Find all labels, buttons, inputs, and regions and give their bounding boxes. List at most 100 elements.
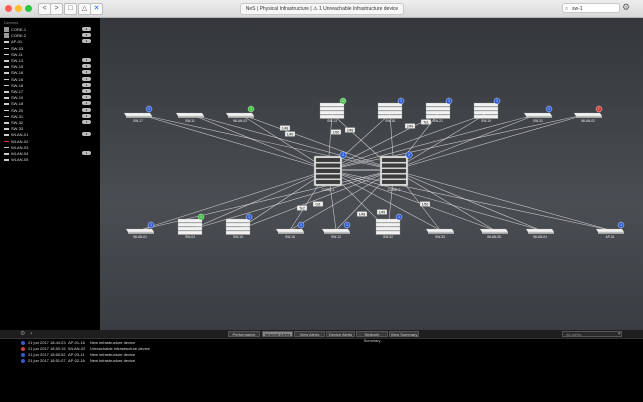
device-node[interactable]: SW-33 — [425, 228, 455, 239]
device-node[interactable]: SW-12 1 — [321, 221, 351, 239]
device-node[interactable]: SW-15 1 — [225, 213, 253, 239]
tab-performance[interactable]: Performance — [228, 331, 260, 337]
tab-view-alerts[interactable]: View Alerts — [294, 331, 325, 337]
device-chassis-front — [598, 232, 624, 234]
sidebar-item[interactable]: CORE-2 2 — [3, 33, 97, 39]
sidebar-item[interactable]: SW-11 — [3, 52, 97, 57]
status-badge-count: 1 — [200, 215, 202, 219]
sidebar-item[interactable]: WLAN-03 — [3, 145, 97, 150]
device-node[interactable]: SW-31 1 — [523, 105, 553, 123]
status-badge-count: 1 — [150, 223, 152, 227]
zoom-window-button[interactable] — [25, 5, 32, 12]
device-node[interactable]: SW-18 1 — [377, 97, 405, 123]
sidebar-item[interactable]: SW-20 2 — [3, 107, 97, 113]
alerts-filter-input[interactable]: All alerts — [562, 331, 622, 337]
device-chassis — [177, 226, 203, 231]
switch-icon — [4, 41, 9, 43]
sidebar-item-count-badge: 1 — [82, 120, 91, 124]
sidebar-item[interactable]: AP-01 2 — [3, 39, 97, 44]
core-switch-node[interactable]: CORE-1 2 — [313, 151, 347, 192]
sidebar-item-label: SW-16 — [11, 76, 24, 82]
device-node[interactable]: SW-21 1 — [425, 97, 453, 123]
device-node[interactable]: WLAN-04 — [525, 228, 555, 239]
device-label: SW-18 — [385, 119, 395, 123]
sidebar-item[interactable]: SW-16 1 — [3, 76, 97, 82]
sidebar-item[interactable]: SW-31 2 — [3, 113, 97, 119]
switch-icon — [4, 60, 9, 62]
alerts-tab-bar: ⚙ ◐ Performance Network Alerts View Alerts… — [0, 330, 643, 343]
forward-button[interactable]: > — [50, 3, 63, 15]
device-node[interactable]: SW-16 1 — [275, 221, 305, 239]
tab-network-alerts[interactable]: Network Alerts — [262, 331, 293, 337]
sidebar-item[interactable]: SW-32 1 — [3, 120, 97, 125]
device-node[interactable]: SW-13 12 — [319, 97, 347, 123]
device-chassis — [225, 226, 251, 231]
status-badge-count: 1 — [248, 215, 250, 219]
sidebar-toggle-button[interactable]: □ — [64, 3, 77, 15]
sidebar-item[interactable]: SW-19 1 — [3, 95, 97, 100]
network-link — [137, 113, 395, 171]
sidebar-item-label: SW-13 — [11, 58, 24, 63]
core-switch-node[interactable]: CORE-2 2 — [379, 151, 413, 192]
sidebar-item[interactable]: SW-18 1 — [3, 101, 97, 106]
line-card — [315, 168, 341, 174]
close-window-button[interactable] — [5, 5, 12, 12]
device-chassis — [425, 106, 451, 111]
search-input[interactable]: ⌕ sw-1 — [562, 3, 620, 13]
gear-icon[interactable]: ⚙ — [622, 1, 630, 13]
device-chassis — [377, 114, 403, 119]
status-badge-count: 1 — [148, 107, 150, 111]
tab-device-alerts[interactable]: Device Alerts — [326, 331, 355, 337]
sidebar-item-label: AP-01 — [11, 39, 23, 45]
tab-network-summary[interactable]: Network Summary — [356, 331, 388, 343]
port-label-text: 1/50 — [333, 130, 340, 134]
line-card — [381, 179, 407, 185]
sidebar-item[interactable]: SW-17 1 — [3, 89, 97, 94]
sidebar-item[interactable]: SW-16 2 — [3, 70, 97, 75]
sidebar-item[interactable]: SW-18 1 — [3, 82, 97, 88]
tab-view-summary[interactable]: View Summary — [389, 331, 419, 337]
sidebar-item[interactable]: SW-13 1 — [3, 58, 97, 63]
device-node[interactable]: WLAN-01 1 — [125, 221, 155, 239]
device-node[interactable]: WLAN-02! — [573, 105, 603, 123]
line-card — [381, 163, 407, 168]
device-label: WLAN-03 — [233, 119, 247, 123]
line-card — [315, 163, 341, 168]
device-label: SW-33 — [435, 235, 445, 239]
sidebar-item[interactable]: SW-15 2 — [3, 64, 97, 69]
device-chassis — [177, 230, 203, 235]
sidebar-item[interactable]: WLAN-05 — [3, 157, 97, 162]
device-label: SW-11 — [185, 119, 195, 123]
status-badge-count: 1 — [620, 223, 622, 227]
line-card — [381, 157, 407, 163]
topology-canvas[interactable]: 1/48 1/49 1/50 2/48 2/49 Te1 Te2 Gi1 1/48 1/49 1/5… — [100, 18, 643, 330]
tools-button[interactable]: ✕ — [90, 3, 103, 15]
switch-icon — [4, 91, 9, 93]
filter-dropdown-icon[interactable]: ▾ — [618, 330, 621, 338]
sidebar-item[interactable]: SW-03 — [3, 46, 97, 51]
minimize-window-button[interactable] — [15, 5, 22, 12]
settings-gear-icon[interactable]: ⚙ — [20, 330, 25, 338]
port-label: 2/49 — [404, 123, 416, 129]
device-node[interactable]: SW-17 1 — [123, 105, 153, 123]
device-chassis — [319, 102, 345, 107]
device-chassis-front — [178, 116, 204, 118]
alert-status-icon — [21, 359, 25, 363]
sidebar-item[interactable]: WLAN-02 — [3, 139, 97, 144]
device-chassis — [175, 112, 205, 117]
sidebar-item[interactable]: CORE-1 2 — [3, 27, 97, 32]
pause-icon[interactable]: ◐ — [30, 330, 34, 338]
alerts-filter-placeholder: All alerts — [566, 332, 582, 337]
line-card — [315, 174, 341, 179]
sidebar-item[interactable]: WLAN-01 2 — [3, 132, 97, 137]
device-node[interactable]: WLAN-05 — [479, 228, 509, 239]
topology-map[interactable]: 1/48 1/49 1/50 2/48 2/49 Te1 Te2 Gi1 1/48 1/49 1/5… — [100, 18, 643, 330]
status-badge-count: 1 — [400, 99, 402, 103]
sidebar-item[interactable]: WLAN-04 1 — [3, 151, 97, 156]
device-node[interactable]: AP-01 1 — [595, 221, 625, 239]
device-chassis — [177, 218, 203, 223]
address-bar[interactable]: NeS | Physical Infrastructure | ⚠ 1 Unre… — [240, 3, 404, 15]
device-chassis-front — [576, 116, 602, 118]
sidebar-item[interactable]: SW-33 — [3, 126, 97, 131]
sidebar-item-label: SW-16 — [11, 70, 24, 76]
